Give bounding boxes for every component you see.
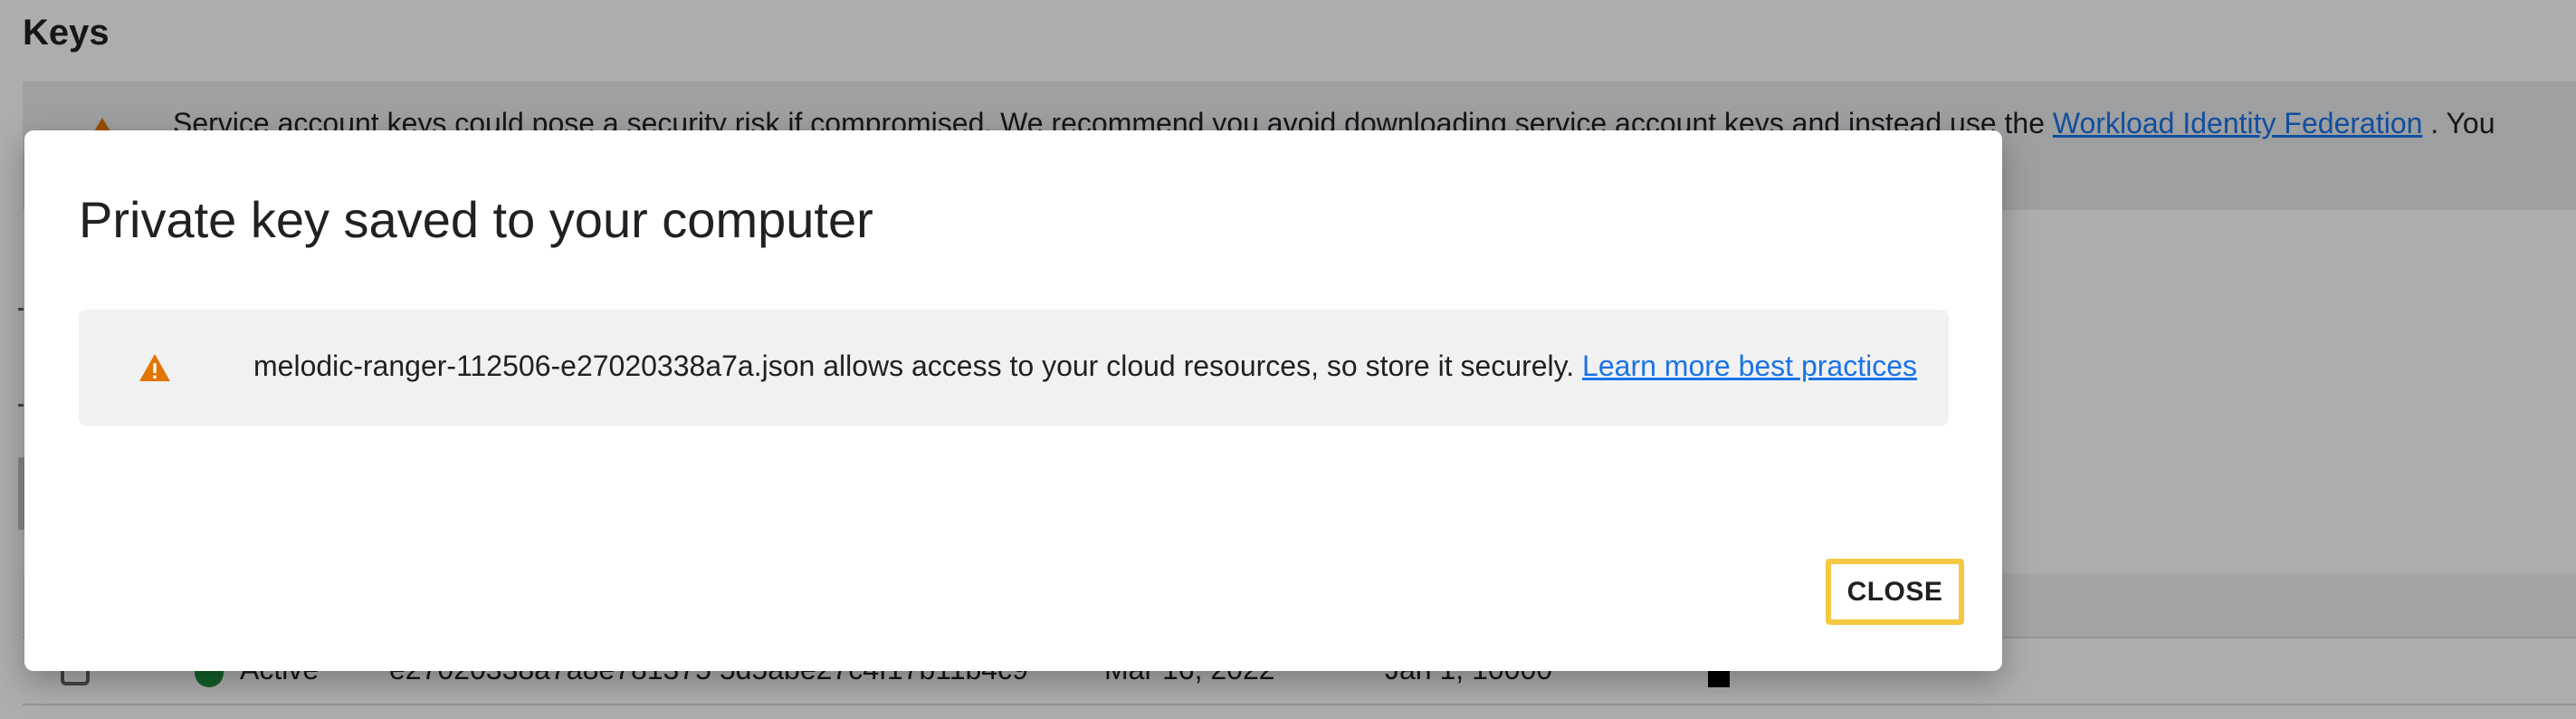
- key-file-message: melodic-ranger-112506-e27020338a7a.json …: [253, 350, 1575, 382]
- warning-icon: [139, 354, 170, 381]
- page: Keys Service account keys could pose a s…: [0, 0, 2576, 719]
- close-button[interactable]: CLOSE: [1826, 559, 1964, 625]
- dialog-warning-callout: melodic-ranger-112506-e27020338a7a.json …: [79, 310, 1949, 426]
- callout-text: melodic-ranger-112506-e27020338a7a.json …: [253, 350, 1917, 383]
- learn-more-best-practices-link[interactable]: Learn more best practices: [1582, 350, 1917, 382]
- dialog-title: Private key saved to your computer: [79, 191, 873, 248]
- private-key-saved-dialog: Private key saved to your computer melod…: [24, 130, 2002, 671]
